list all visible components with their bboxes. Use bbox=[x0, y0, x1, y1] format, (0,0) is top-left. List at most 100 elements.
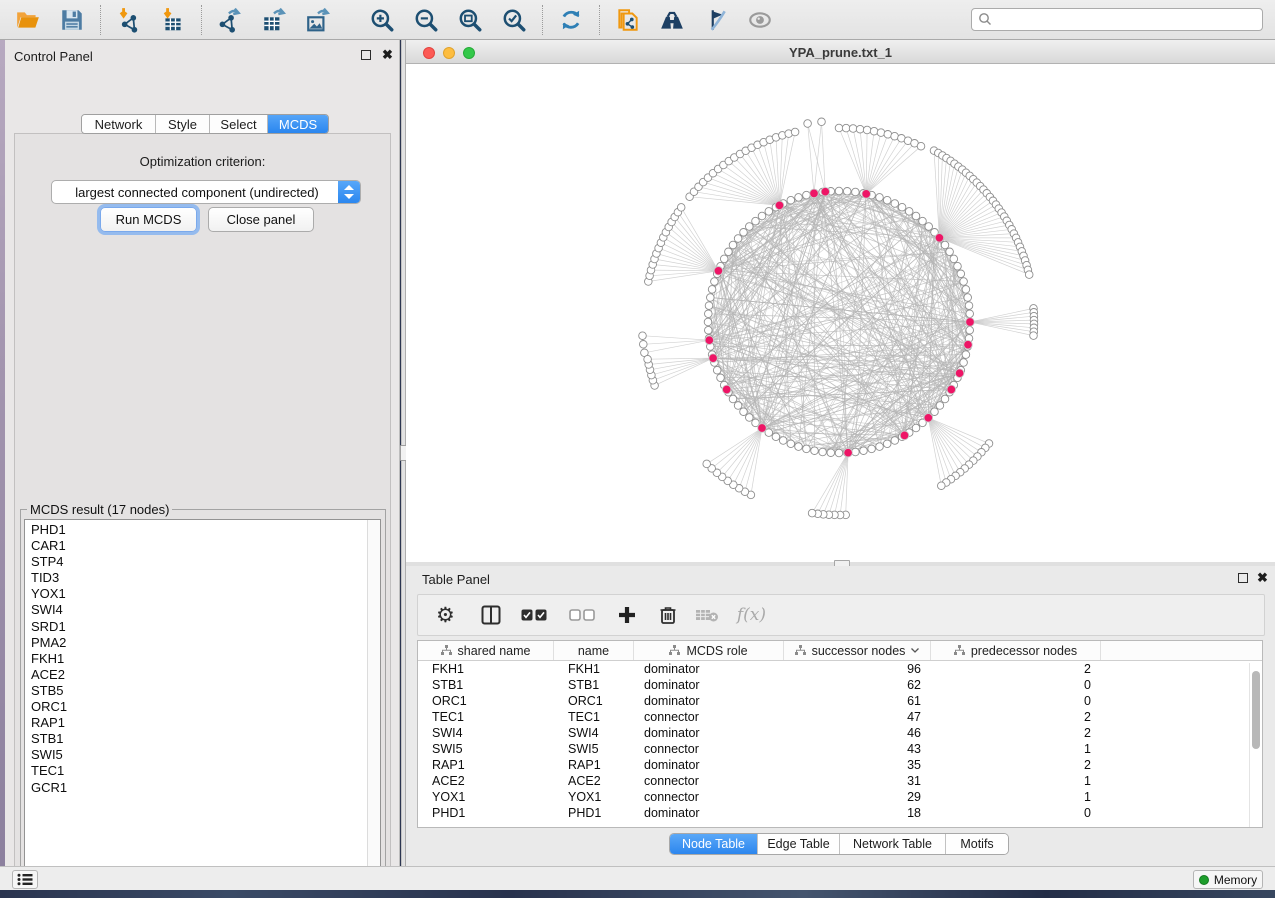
graph-node[interactable] bbox=[941, 395, 949, 403]
graph-node[interactable] bbox=[707, 294, 715, 302]
panel-layout-icon[interactable] bbox=[481, 600, 501, 630]
graph-node[interactable] bbox=[677, 204, 685, 212]
show-all-icon[interactable] bbox=[746, 6, 774, 34]
tab-edge-table[interactable]: Edge Table bbox=[758, 834, 840, 854]
graph-node[interactable] bbox=[705, 302, 713, 310]
table-row[interactable]: ACE2ACE2connector311 bbox=[418, 773, 1262, 789]
search-input[interactable] bbox=[971, 8, 1263, 31]
graph-node[interactable] bbox=[876, 443, 884, 451]
graph-node[interactable] bbox=[1025, 271, 1033, 279]
graph-node[interactable] bbox=[912, 424, 920, 432]
graph-node[interactable] bbox=[740, 408, 748, 416]
graph-node[interactable] bbox=[752, 217, 760, 225]
graph-node[interactable] bbox=[804, 120, 812, 128]
graph-hub-node[interactable] bbox=[714, 267, 723, 276]
mcds-result-item[interactable]: SRD1 bbox=[31, 619, 380, 635]
graph-node[interactable] bbox=[876, 194, 884, 202]
mcds-list-scrollbar[interactable] bbox=[367, 520, 380, 873]
graph-node[interactable] bbox=[703, 460, 711, 468]
graph-node[interactable] bbox=[787, 440, 795, 448]
graph-hub-node[interactable] bbox=[821, 187, 830, 196]
graph-node[interactable] bbox=[787, 196, 795, 204]
network-window-titlebar[interactable]: YPA_prune.txt_1 bbox=[406, 40, 1275, 64]
tab-style[interactable]: Style bbox=[156, 115, 210, 133]
graph-node[interactable] bbox=[950, 255, 958, 263]
delete-column-icon[interactable] bbox=[659, 600, 677, 630]
table-row[interactable]: ORC1ORC1dominator610 bbox=[418, 693, 1262, 709]
graph-node[interactable] bbox=[898, 203, 906, 211]
table-row[interactable]: YOX1YOX1connector291 bbox=[418, 789, 1262, 805]
mcds-result-item[interactable]: PHD1 bbox=[31, 522, 380, 538]
graph-node[interactable] bbox=[720, 255, 728, 263]
export-image-icon[interactable] bbox=[304, 6, 332, 34]
graph-node[interactable] bbox=[938, 482, 946, 490]
graph-node[interactable] bbox=[795, 443, 803, 451]
graph-node[interactable] bbox=[863, 126, 871, 134]
tab-network-table[interactable]: Network Table bbox=[840, 834, 946, 854]
tab-mcds[interactable]: MCDS bbox=[268, 115, 328, 133]
select-all-checkboxes-icon[interactable] bbox=[521, 600, 547, 630]
graph-node[interactable] bbox=[842, 124, 850, 132]
table-row[interactable]: SWI4SWI4dominator462 bbox=[418, 725, 1262, 741]
mcds-result-item[interactable]: STB5 bbox=[31, 683, 380, 699]
close-panel-icon[interactable]: ✖ bbox=[382, 50, 393, 60]
graph-node[interactable] bbox=[917, 142, 925, 150]
import-network-icon[interactable] bbox=[115, 6, 143, 34]
graph-hub-node[interactable] bbox=[810, 189, 819, 198]
graph-node[interactable] bbox=[852, 188, 860, 196]
graph-hub-node[interactable] bbox=[935, 234, 944, 243]
mcds-result-item[interactable]: TEC1 bbox=[31, 763, 380, 779]
run-mcds-button[interactable]: Run MCDS bbox=[100, 207, 197, 232]
graph-node[interactable] bbox=[936, 402, 944, 410]
graph-node[interactable] bbox=[779, 437, 787, 445]
graph-node[interactable] bbox=[819, 448, 827, 456]
graph-node[interactable] bbox=[954, 262, 962, 270]
graph-node[interactable] bbox=[912, 212, 920, 220]
first-neighbors-icon[interactable] bbox=[658, 6, 686, 34]
graph-node[interactable] bbox=[868, 445, 876, 453]
graph-node[interactable] bbox=[860, 447, 868, 455]
graph-node[interactable] bbox=[708, 286, 716, 294]
zoom-fit-icon[interactable] bbox=[456, 6, 484, 34]
tab-select[interactable]: Select bbox=[210, 115, 268, 133]
graph-node[interactable] bbox=[808, 509, 816, 517]
graph-node[interactable] bbox=[803, 191, 811, 199]
graph-node[interactable] bbox=[843, 188, 851, 196]
graph-hub-node[interactable] bbox=[964, 340, 973, 349]
graph-node[interactable] bbox=[883, 440, 891, 448]
mcds-result-item[interactable]: GCR1 bbox=[31, 780, 380, 796]
graph-hub-node[interactable] bbox=[722, 385, 731, 394]
graph-hub-node[interactable] bbox=[844, 448, 853, 457]
graph-node[interactable] bbox=[705, 326, 713, 334]
graph-node[interactable] bbox=[905, 208, 913, 216]
graph-hub-node[interactable] bbox=[924, 414, 933, 423]
table-row[interactable]: FKH1FKH1dominator962 bbox=[418, 661, 1262, 677]
task-history-button[interactable] bbox=[12, 870, 38, 889]
graph-node[interactable] bbox=[725, 248, 733, 256]
mcds-result-item[interactable]: SWI4 bbox=[31, 602, 380, 618]
table-scrollbar[interactable] bbox=[1249, 663, 1261, 827]
open-file-icon[interactable] bbox=[14, 6, 42, 34]
graph-node[interactable] bbox=[746, 414, 754, 422]
graph-node[interactable] bbox=[705, 310, 713, 318]
graph-node[interactable] bbox=[713, 366, 721, 374]
graph-hub-node[interactable] bbox=[758, 424, 767, 433]
close-panel-button[interactable]: Close panel bbox=[208, 207, 314, 232]
refresh-view-icon[interactable] bbox=[557, 6, 585, 34]
column-header-name[interactable]: name bbox=[554, 641, 634, 660]
graph-node[interactable] bbox=[639, 332, 647, 340]
mcds-result-item[interactable]: SWI5 bbox=[31, 747, 380, 763]
graph-node[interactable] bbox=[883, 196, 891, 204]
tab-node-table[interactable]: Node Table bbox=[670, 834, 758, 854]
graph-hub-node[interactable] bbox=[966, 318, 975, 327]
optimization-criterion-select[interactable]: largest connected component (undirected) bbox=[51, 180, 361, 204]
mcds-result-item[interactable]: PMA2 bbox=[31, 635, 380, 651]
graph-node[interactable] bbox=[772, 433, 780, 441]
table-row[interactable]: RAP1RAP1dominator352 bbox=[418, 757, 1262, 773]
graph-hub-node[interactable] bbox=[900, 431, 909, 440]
column-header-successor-nodes[interactable]: successor nodes bbox=[784, 641, 931, 660]
graph-hub-node[interactable] bbox=[709, 354, 718, 363]
mcds-result-item[interactable]: RAP1 bbox=[31, 715, 380, 731]
mcds-result-item[interactable]: ORC1 bbox=[31, 699, 380, 715]
float-panel-icon[interactable] bbox=[361, 50, 371, 60]
